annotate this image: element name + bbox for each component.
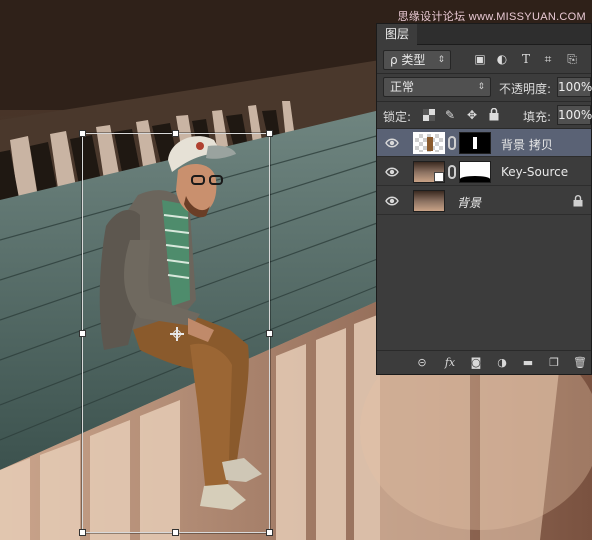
- dropdown-arrow-icon: ⇕: [477, 82, 485, 92]
- lock-label: 锁定:: [383, 110, 412, 124]
- eye-icon[interactable]: [385, 166, 399, 178]
- type-filter-icon[interactable]: T: [519, 52, 533, 66]
- chain-link-icon[interactable]: [448, 136, 456, 150]
- layer-thumbnail: [413, 190, 445, 212]
- eye-icon[interactable]: [385, 137, 399, 149]
- transform-handle-top-right[interactable]: [266, 130, 273, 137]
- image-filter-icon[interactable]: ▣: [473, 52, 487, 66]
- fx-icon[interactable]: fx: [443, 356, 457, 370]
- opacity-field[interactable]: 100%: [557, 77, 592, 97]
- layer-mask-thumbnail[interactable]: [459, 132, 491, 154]
- link-layers-icon[interactable]: ⊝: [415, 356, 429, 370]
- transform-handle-bottom[interactable]: [172, 529, 179, 536]
- layer-row[interactable]: Key-Source: [377, 158, 591, 186]
- layer-mask-thumbnail[interactable]: [459, 161, 491, 183]
- filter-type-dropdown[interactable]: ρ 类型 ⇕: [383, 50, 451, 70]
- layer-row[interactable]: 背景 拷贝: [377, 129, 591, 157]
- eye-icon[interactable]: [385, 195, 399, 207]
- transform-handle-bottom-right[interactable]: [266, 529, 273, 536]
- panel-tab-bar: 图层: [377, 24, 591, 45]
- tab-layers[interactable]: 图层: [377, 24, 418, 45]
- layer-thumbnail: [413, 132, 445, 154]
- transform-pivot-point[interactable]: [170, 327, 184, 341]
- new-group-icon[interactable]: ▬: [521, 356, 535, 370]
- adjustment-layer-icon[interactable]: ◑: [495, 356, 509, 370]
- layer-name: Key-Source: [501, 165, 569, 179]
- chain-link-icon[interactable]: [448, 165, 456, 179]
- blend-mode-dropdown[interactable]: 正常 ⇕: [383, 77, 491, 97]
- layer-name: 背景 拷贝: [501, 138, 553, 152]
- layers-panel: 图层 ρ 类型 ⇕ ▣ ◐ T ⌗ ⎘ 正常 ⇕ 不透明度: 100% 锁定:: [376, 23, 592, 375]
- opacity-label: 不透明度:: [499, 82, 552, 96]
- smart-object-filter-icon[interactable]: ⎘: [565, 52, 579, 66]
- adjustment-filter-icon[interactable]: ◐: [495, 52, 509, 66]
- layer-name: 背景: [457, 196, 482, 210]
- new-layer-icon[interactable]: ❐: [547, 356, 561, 370]
- panel-footer: ⊝ fx ◙ ◑ ▬ ❐ 🗑: [377, 350, 591, 374]
- lock-position-icon[interactable]: ✥: [465, 108, 479, 122]
- lock-icon: [573, 195, 583, 207]
- fill-label: 填充:: [523, 110, 552, 124]
- lock-row: 锁定: ✎ ✥ 填充: 100%: [377, 102, 592, 128]
- lock-all-icon[interactable]: [489, 108, 499, 121]
- transform-handle-bottom-left[interactable]: [79, 529, 86, 536]
- lock-transparent-pixels-icon[interactable]: [423, 109, 435, 121]
- shape-filter-icon[interactable]: ⌗: [541, 52, 555, 66]
- layer-row[interactable]: 背景: [377, 187, 591, 215]
- delete-layer-icon[interactable]: 🗑: [573, 356, 587, 370]
- transform-handle-right[interactable]: [266, 330, 273, 337]
- lock-image-pixels-icon[interactable]: ✎: [443, 108, 457, 122]
- transform-handle-top[interactable]: [172, 130, 179, 137]
- blend-mode-value: 正常: [390, 80, 415, 94]
- transform-handle-top-left[interactable]: [79, 130, 86, 137]
- layer-thumbnail: [413, 161, 445, 183]
- transform-handle-left[interactable]: [79, 330, 86, 337]
- filter-row: ρ 类型 ⇕ ▣ ◐ T ⌗ ⎘: [377, 47, 591, 73]
- blend-row: 正常 ⇕ 不透明度: 100%: [377, 74, 592, 100]
- filter-type-label: ρ 类型: [390, 53, 426, 67]
- dropdown-arrow-icon: ⇕: [437, 55, 445, 65]
- watermark-text: 思缘设计论坛 www.MISSYUAN.COM: [397, 11, 586, 23]
- fill-field[interactable]: 100%: [557, 105, 592, 125]
- add-mask-icon[interactable]: ◙: [469, 356, 483, 370]
